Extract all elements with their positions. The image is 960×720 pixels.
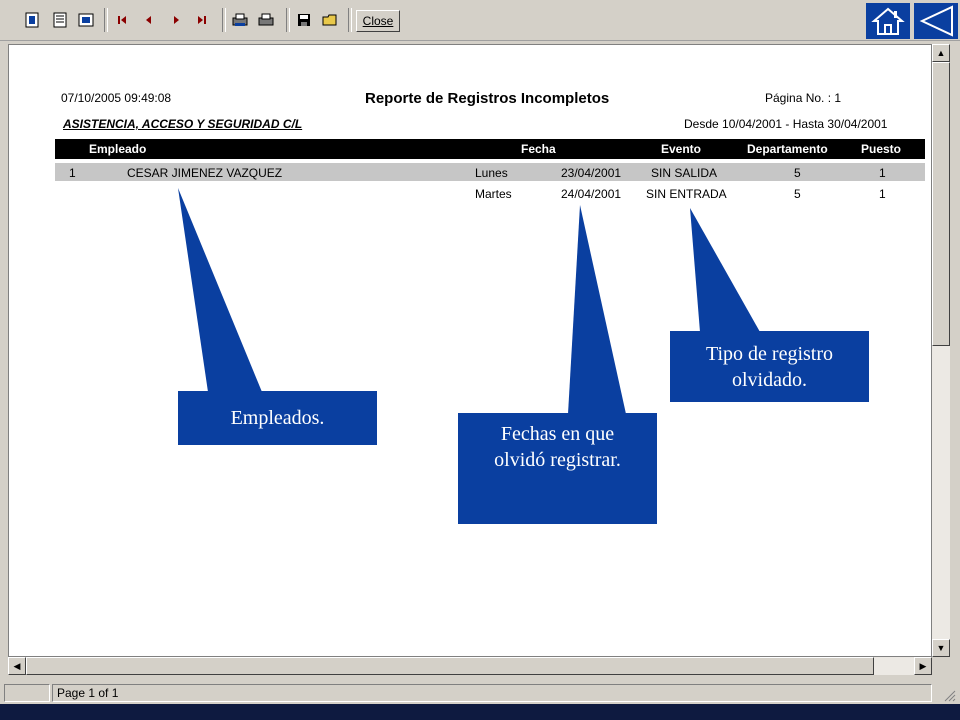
callout-record-type: Tipo de registro olvidado. (670, 331, 869, 402)
callout-dates-line1: Fechas en que (500, 423, 615, 445)
callout-employees: Empleados. (178, 391, 377, 445)
callout-employees-text: Empleados. (230, 407, 325, 429)
callout-dates: Fechas en que olvidó registrar. (458, 413, 657, 524)
pointer-employees (178, 188, 262, 392)
pointer-type (690, 208, 760, 332)
pointer-dates (568, 205, 626, 414)
callout-type-line2: olvidado. (731, 368, 807, 391)
callout-type-line1: Tipo de registro (705, 342, 834, 365)
callout-dates-line2: olvidó registrar. (494, 449, 621, 471)
